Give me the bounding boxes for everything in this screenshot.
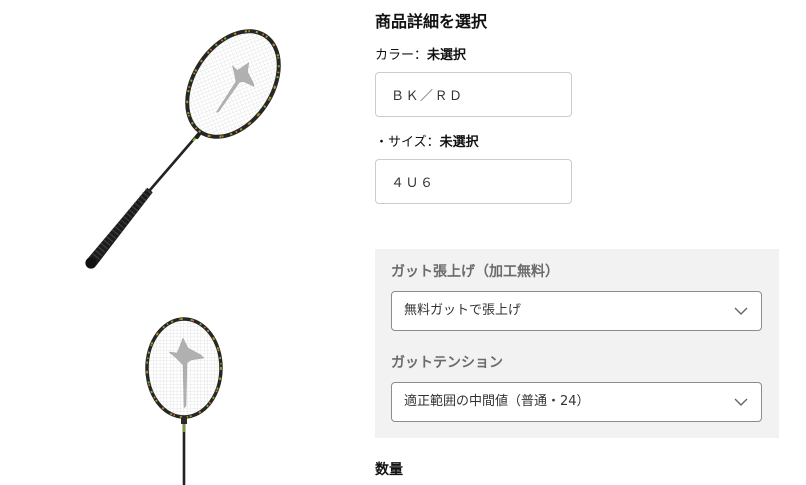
string-tension-selected-value: 適正範囲の中間値（普通・24） [404, 394, 590, 409]
string-tension-select[interactable]: 適正範囲の中間値（普通・24） [391, 382, 762, 422]
color-selection-status: 未選択 [427, 48, 467, 63]
racket-grip-texture [89, 188, 153, 263]
string-tension-label: ガットテンション [391, 355, 503, 371]
string-service-label: ガット張上げ（加工無料） [391, 264, 559, 280]
color-option-bk-rd[interactable]: ＢＫ／ＲＤ [375, 72, 572, 117]
string-service-select[interactable]: 無料ガットで張上げ [391, 291, 762, 331]
color-label: カラー：未選択 [375, 47, 466, 65]
size-label: ・サイズ：未選択 [375, 134, 479, 152]
chevron-down-icon [734, 307, 748, 315]
string-service-selected-value: 無料ガットで張上げ [404, 303, 522, 318]
racket-image-main [85, 29, 281, 269]
product-detail-page: 商品詳細を選択 カラー：未選択 ＢＫ／ＲＤ ・サイズ：未選択 ４Ｕ６ ガット張上… [0, 0, 806, 485]
product-image-thumbnail[interactable] [0, 290, 375, 485]
size-selection-status: 未選択 [439, 135, 479, 150]
section-title: 商品詳細を選択 [375, 12, 488, 31]
stringing-options-panel: ガット張上げ（加工無料） 無料ガットで張上げ ガットテンション 適正範囲の中間値… [375, 249, 779, 438]
color-label-text: カラー： [375, 48, 428, 63]
quantity-label: 数量 [375, 462, 403, 478]
racket-handle [87, 187, 153, 266]
chevron-down-icon [734, 398, 748, 406]
product-image-main[interactable] [0, 0, 375, 290]
size-option-4u6[interactable]: ４Ｕ６ [375, 159, 572, 204]
racket-butt-cap [85, 257, 97, 269]
size-label-text: ・サイズ： [375, 135, 440, 150]
racket-image-thumbnail [145, 317, 223, 485]
racket-shaft [148, 130, 202, 192]
